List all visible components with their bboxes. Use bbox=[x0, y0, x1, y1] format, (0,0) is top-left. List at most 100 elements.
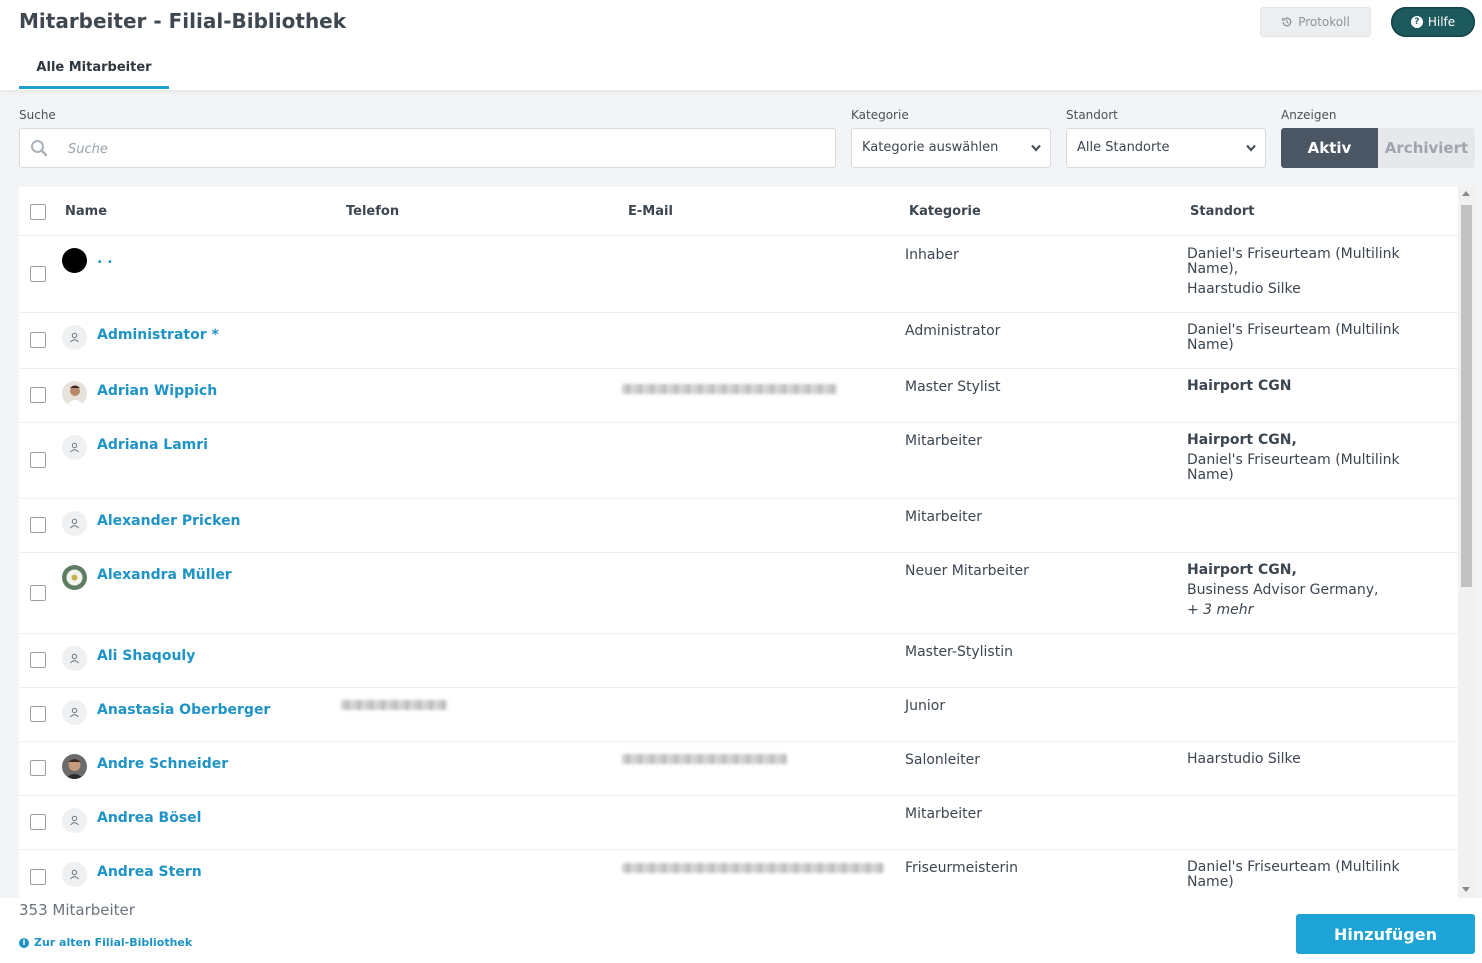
user-icon bbox=[70, 653, 79, 664]
standort-label: Standort bbox=[1066, 108, 1118, 122]
table-row[interactable]: Andrea Stern Friseurmeisterin Daniel's F… bbox=[19, 850, 1458, 898]
employee-kategorie: Neuer Mitarbeiter bbox=[905, 563, 1029, 579]
standort-line: Haarstudio Silke bbox=[1187, 751, 1301, 767]
table-row[interactable]: Andre Schneider Salonleiter Haarstudio S… bbox=[19, 742, 1458, 796]
employee-name-link[interactable]: Adriana Lamri bbox=[97, 437, 208, 453]
aktiv-toggle[interactable]: Aktiv bbox=[1281, 128, 1378, 168]
info-icon: i bbox=[19, 937, 29, 948]
employee-standort: Daniel's Friseurteam (Multilink Name), H… bbox=[1187, 247, 1437, 297]
row-checkbox[interactable] bbox=[30, 706, 46, 722]
avatar bbox=[62, 325, 87, 350]
select-all-checkbox[interactable] bbox=[30, 204, 46, 220]
employee-name-link[interactable]: Anastasia Oberberger bbox=[97, 702, 270, 718]
redacted-email bbox=[622, 384, 837, 394]
table-row[interactable]: Anastasia Oberberger Junior bbox=[19, 688, 1458, 742]
tab-alle-mitarbeiter[interactable]: Alle Mitarbeiter bbox=[19, 56, 169, 89]
avatar bbox=[62, 435, 87, 460]
table-row[interactable]: Administrator * Administrator Daniel's F… bbox=[19, 313, 1458, 369]
standort-line: Hairport CGN, bbox=[1187, 562, 1297, 578]
table-row[interactable]: Adriana Lamri Mitarbeiter Hairport CGN, … bbox=[19, 423, 1458, 499]
employee-standort: Hairport CGN, Daniel's Friseurteam (Mult… bbox=[1187, 433, 1437, 483]
avatar bbox=[62, 511, 87, 536]
avatar-photo bbox=[62, 565, 87, 590]
question-icon: ? bbox=[1410, 16, 1423, 28]
row-checkbox[interactable] bbox=[30, 266, 46, 282]
column-telefon[interactable]: Telefon bbox=[346, 204, 399, 219]
user-icon bbox=[70, 869, 79, 880]
standort-more[interactable]: + 3 mehr bbox=[1187, 603, 1437, 618]
employee-name-link[interactable]: Administrator * bbox=[97, 327, 219, 343]
row-checkbox[interactable] bbox=[30, 585, 46, 601]
employee-kategorie: Mitarbeiter bbox=[905, 433, 983, 449]
row-checkbox[interactable] bbox=[30, 387, 46, 403]
user-icon bbox=[70, 332, 79, 343]
page-header: Mitarbeiter - Filial-Bibliothek Protokol… bbox=[0, 0, 1482, 90]
row-checkbox[interactable] bbox=[30, 452, 46, 468]
standort-line: Daniel's Friseurteam (Multilink Name) bbox=[1187, 859, 1400, 890]
avatar bbox=[62, 862, 87, 887]
employee-standort: Hairport CGN bbox=[1187, 379, 1437, 394]
hilfe-label: Hilfe bbox=[1427, 15, 1456, 29]
old-library-link[interactable]: i Zur alten Filial-Bibliothek bbox=[19, 936, 192, 949]
employee-table: Name Telefon E-Mail Kategorie Standort .… bbox=[19, 187, 1475, 898]
table-scrollbar[interactable] bbox=[1458, 187, 1475, 898]
column-email[interactable]: E-Mail bbox=[628, 204, 673, 219]
employee-kategorie: Master-Stylistin bbox=[905, 644, 1013, 660]
employee-name-link[interactable]: Ali Shaqouly bbox=[97, 648, 195, 664]
protokoll-button[interactable]: Protokoll bbox=[1260, 7, 1371, 37]
kategorie-select[interactable]: Kategorie auswählen bbox=[851, 128, 1051, 168]
avatar-photo bbox=[62, 381, 87, 406]
kategorie-select-value: Kategorie auswählen bbox=[862, 140, 999, 155]
column-name[interactable]: Name bbox=[65, 204, 107, 219]
scroll-down-arrow-icon[interactable] bbox=[1462, 887, 1470, 892]
search-box[interactable] bbox=[19, 128, 836, 168]
employee-kategorie: Friseurmeisterin bbox=[905, 860, 1019, 876]
employee-name-link[interactable]: Andre Schneider bbox=[97, 756, 228, 772]
table-row[interactable]: Alexander Pricken Mitarbeiter bbox=[19, 499, 1458, 553]
row-checkbox[interactable] bbox=[30, 517, 46, 533]
employee-name-link[interactable]: Alexander Pricken bbox=[97, 513, 241, 529]
employee-kategorie: Mitarbeiter bbox=[905, 806, 983, 822]
table-row[interactable]: Ali Shaqouly Master-Stylistin bbox=[19, 634, 1458, 688]
table-row[interactable]: Alexandra Müller Neuer Mitarbeiter Hairp… bbox=[19, 553, 1458, 634]
table-row[interactable]: . . Inhaber Daniel's Friseurteam (Multil… bbox=[19, 237, 1458, 313]
standort-line: Hairport CGN, bbox=[1187, 432, 1297, 448]
avatar-photo bbox=[62, 754, 87, 779]
employee-name-link[interactable]: Andrea Bösel bbox=[97, 810, 201, 826]
redacted-email bbox=[622, 863, 884, 873]
search-label: Suche bbox=[19, 108, 56, 122]
add-employee-button[interactable]: Hinzufügen bbox=[1296, 914, 1475, 954]
employee-name-link[interactable]: . . bbox=[97, 251, 113, 267]
column-kategorie[interactable]: Kategorie bbox=[909, 204, 981, 219]
employee-name-link[interactable]: Adrian Wippich bbox=[97, 383, 217, 399]
search-input[interactable] bbox=[68, 138, 808, 160]
employee-name-link[interactable]: Andrea Stern bbox=[97, 864, 202, 880]
standort-select[interactable]: Alle Standorte bbox=[1066, 128, 1266, 168]
table-row[interactable]: Andrea Bösel Mitarbeiter bbox=[19, 796, 1458, 850]
row-checkbox[interactable] bbox=[30, 652, 46, 668]
anzeigen-label: Anzeigen bbox=[1281, 108, 1337, 122]
row-checkbox[interactable] bbox=[30, 332, 46, 348]
archiviert-toggle[interactable]: Archiviert bbox=[1378, 128, 1475, 168]
employee-name-link[interactable]: Alexandra Müller bbox=[97, 567, 232, 583]
employee-kategorie: Salonleiter bbox=[905, 752, 981, 768]
scrollbar-thumb[interactable] bbox=[1461, 205, 1472, 587]
page-title: Mitarbeiter - Filial-Bibliothek bbox=[19, 9, 347, 33]
employee-standort: Haarstudio Silke bbox=[1187, 752, 1437, 767]
column-standort[interactable]: Standort bbox=[1190, 204, 1254, 219]
scroll-up-arrow-icon[interactable] bbox=[1462, 191, 1470, 196]
avatar bbox=[62, 248, 87, 273]
row-checkbox[interactable] bbox=[30, 869, 46, 885]
redacted-email bbox=[622, 754, 787, 764]
avatar bbox=[62, 646, 87, 671]
avatar bbox=[62, 808, 87, 833]
protokoll-label: Protokoll bbox=[1298, 15, 1350, 29]
employee-kategorie: Administrator bbox=[905, 323, 1001, 339]
row-checkbox[interactable] bbox=[30, 814, 46, 830]
row-checkbox[interactable] bbox=[30, 760, 46, 776]
table-row[interactable]: Adrian Wippich Master Stylist Hairport C… bbox=[19, 369, 1458, 423]
employee-kategorie: Master Stylist bbox=[905, 379, 1001, 395]
hilfe-button[interactable]: ? Hilfe bbox=[1391, 7, 1475, 37]
employee-count: 353 Mitarbeiter bbox=[19, 901, 135, 919]
chevron-down-icon bbox=[1246, 144, 1256, 152]
